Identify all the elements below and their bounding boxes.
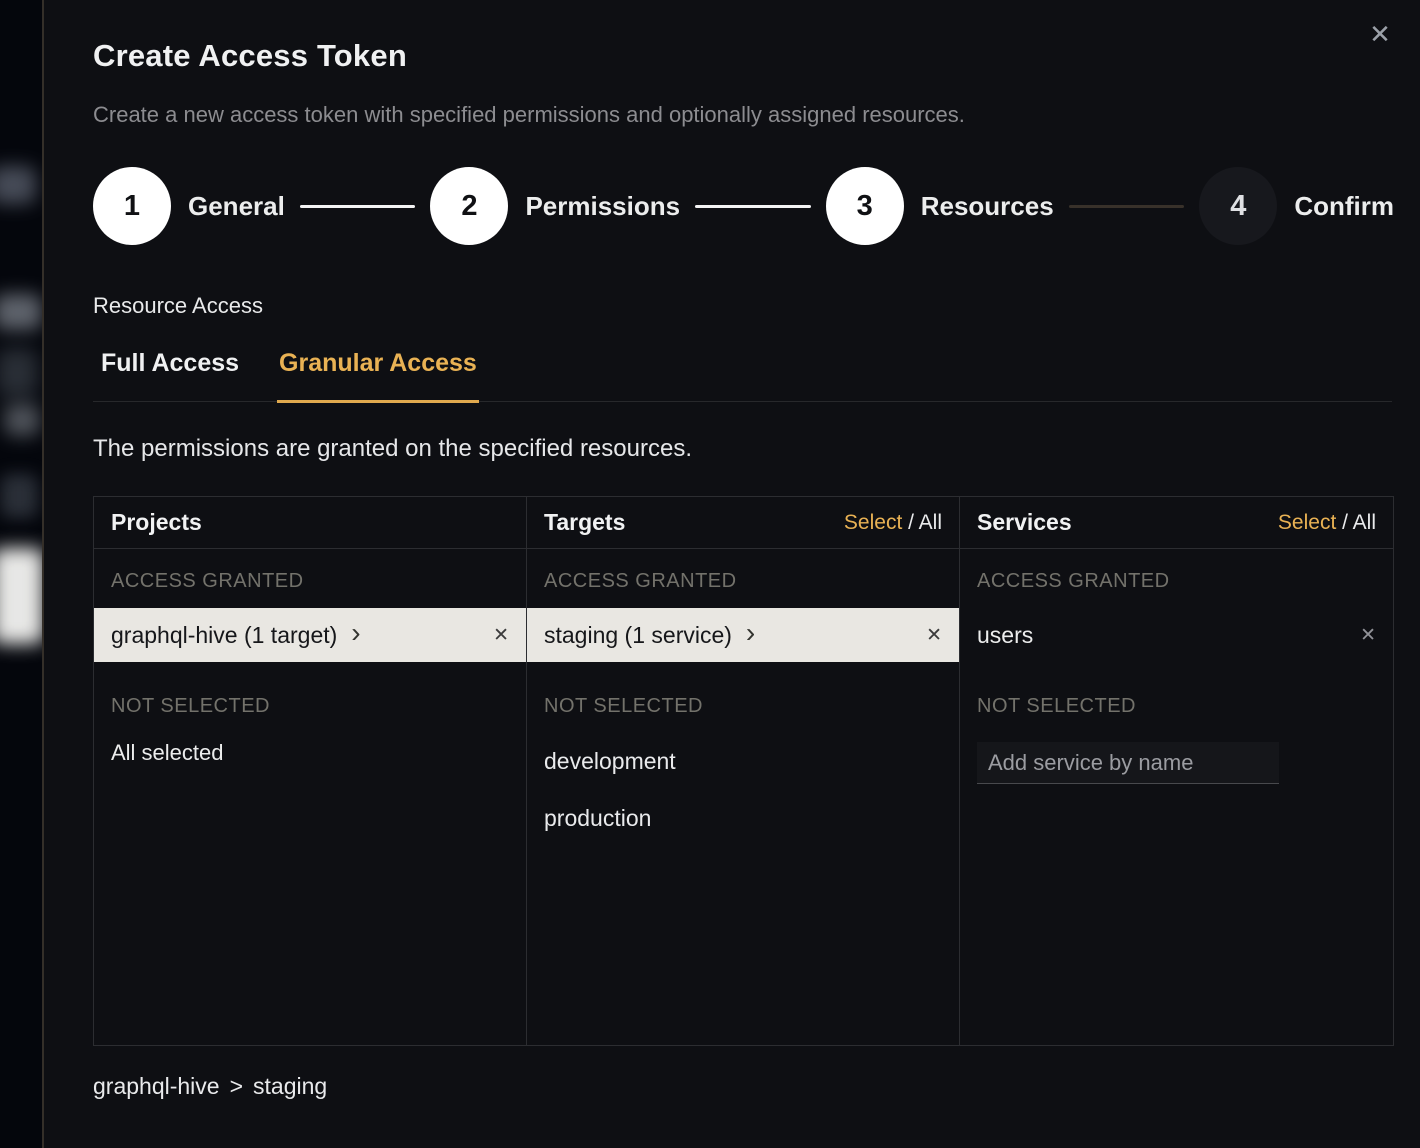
remove-project-icon[interactable]: ✕	[493, 624, 509, 647]
step-label: Confirm	[1294, 191, 1394, 222]
services-select-link[interactable]: Select	[1278, 511, 1336, 534]
targets-column-title: Targets	[544, 509, 625, 536]
selected-target-label: staging (1 service)	[544, 622, 732, 649]
projects-all-selected-note: All selected	[94, 733, 526, 773]
target-option-development[interactable]: development	[527, 733, 959, 790]
step-label: General	[188, 191, 285, 222]
step-permissions[interactable]: 2 Permissions	[430, 167, 680, 245]
targets-select-link[interactable]: Select	[844, 511, 902, 534]
selected-project-label: graphql-hive (1 target)	[111, 622, 337, 649]
projects-column-header: Projects	[94, 497, 526, 549]
services-select-all: Select / All	[1278, 511, 1376, 535]
create-access-token-modal: ✕ Create Access Token Create a new acces…	[42, 0, 1420, 1148]
targets-all-link[interactable]: All	[919, 511, 942, 534]
modal-subtitle: Create a new access token with specified…	[93, 102, 1392, 128]
targets-column-header: Targets Select / All	[527, 497, 959, 549]
step-resources[interactable]: 3 Resources	[826, 167, 1054, 245]
services-not-selected-label: NOT SELECTED	[960, 674, 1393, 733]
resource-selection-table: Projects ACCESS GRANTED graphql-hive (1 …	[93, 496, 1394, 1046]
target-option-production[interactable]: production	[527, 790, 959, 847]
resource-access-tabs: Full Access Granular Access	[93, 349, 1392, 402]
granted-service-label: users	[977, 622, 1033, 649]
step-number-circle: 3	[826, 167, 904, 245]
targets-not-selected-label: NOT SELECTED	[527, 674, 959, 733]
background-page	[0, 0, 42, 1148]
screen: ✕ Create Access Token Create a new acces…	[0, 0, 1420, 1148]
close-icon: ✕	[1369, 19, 1391, 49]
breadcrumb: graphql-hive > staging	[93, 1073, 1392, 1100]
services-select-separator: /	[1336, 511, 1352, 534]
services-column-title: Services	[977, 509, 1072, 536]
blurred-background-button	[0, 548, 42, 644]
services-access-granted-label: ACCESS GRANTED	[960, 549, 1393, 608]
chevron-right-icon: ›	[746, 619, 755, 647]
step-label: Permissions	[525, 191, 680, 222]
blurred-background-item	[4, 404, 40, 436]
modal-title: Create Access Token	[93, 38, 1392, 74]
blurred-background-item	[0, 166, 36, 204]
selected-project-row[interactable]: graphql-hive (1 target) › ✕	[94, 608, 526, 662]
granted-service-row: users ✕	[960, 608, 1393, 662]
stepper: 1 General 2 Permissions 3 Resources 4 Co…	[93, 167, 1394, 245]
step-confirm[interactable]: 4 Confirm	[1199, 167, 1394, 245]
add-service-input[interactable]	[977, 742, 1279, 784]
chevron-right-icon: ›	[351, 619, 360, 647]
tab-granular-access[interactable]: Granular Access	[277, 349, 479, 403]
close-button[interactable]: ✕	[1360, 14, 1400, 54]
targets-access-granted-label: ACCESS GRANTED	[527, 549, 959, 608]
breadcrumb-target: staging	[253, 1073, 327, 1100]
blurred-background-item	[0, 474, 38, 518]
projects-not-selected-label: NOT SELECTED	[94, 674, 526, 733]
projects-access-granted-label: ACCESS GRANTED	[94, 549, 526, 608]
targets-column: Targets Select / All ACCESS GRANTED stag…	[527, 497, 960, 1045]
remove-target-icon[interactable]: ✕	[926, 624, 942, 647]
step-connector-inactive	[1069, 205, 1185, 208]
granular-access-description: The permissions are granted on the speci…	[93, 435, 1392, 463]
step-connector	[695, 205, 811, 208]
projects-column-title: Projects	[111, 509, 202, 536]
blurred-background-item	[0, 348, 38, 398]
step-number-circle: 1	[93, 167, 171, 245]
tab-full-access[interactable]: Full Access	[99, 349, 241, 403]
step-general[interactable]: 1 General	[93, 167, 285, 245]
targets-select-all: Select / All	[844, 511, 942, 535]
step-label: Resources	[921, 191, 1054, 222]
services-column: Services Select / All ACCESS GRANTED use…	[960, 497, 1393, 1045]
step-number-circle: 2	[430, 167, 508, 245]
step-number-circle: 4	[1199, 167, 1277, 245]
selected-target-row[interactable]: staging (1 service) › ✕	[527, 608, 959, 662]
remove-service-icon[interactable]: ✕	[1360, 624, 1376, 647]
targets-select-separator: /	[902, 511, 918, 534]
breadcrumb-separator: >	[230, 1073, 243, 1100]
breadcrumb-project: graphql-hive	[93, 1073, 220, 1100]
services-all-link[interactable]: All	[1353, 511, 1376, 534]
services-column-header: Services Select / All	[960, 497, 1393, 549]
blurred-background-item	[0, 294, 42, 330]
step-connector	[300, 205, 416, 208]
projects-column: Projects ACCESS GRANTED graphql-hive (1 …	[94, 497, 527, 1045]
resource-access-heading: Resource Access	[93, 293, 1392, 319]
